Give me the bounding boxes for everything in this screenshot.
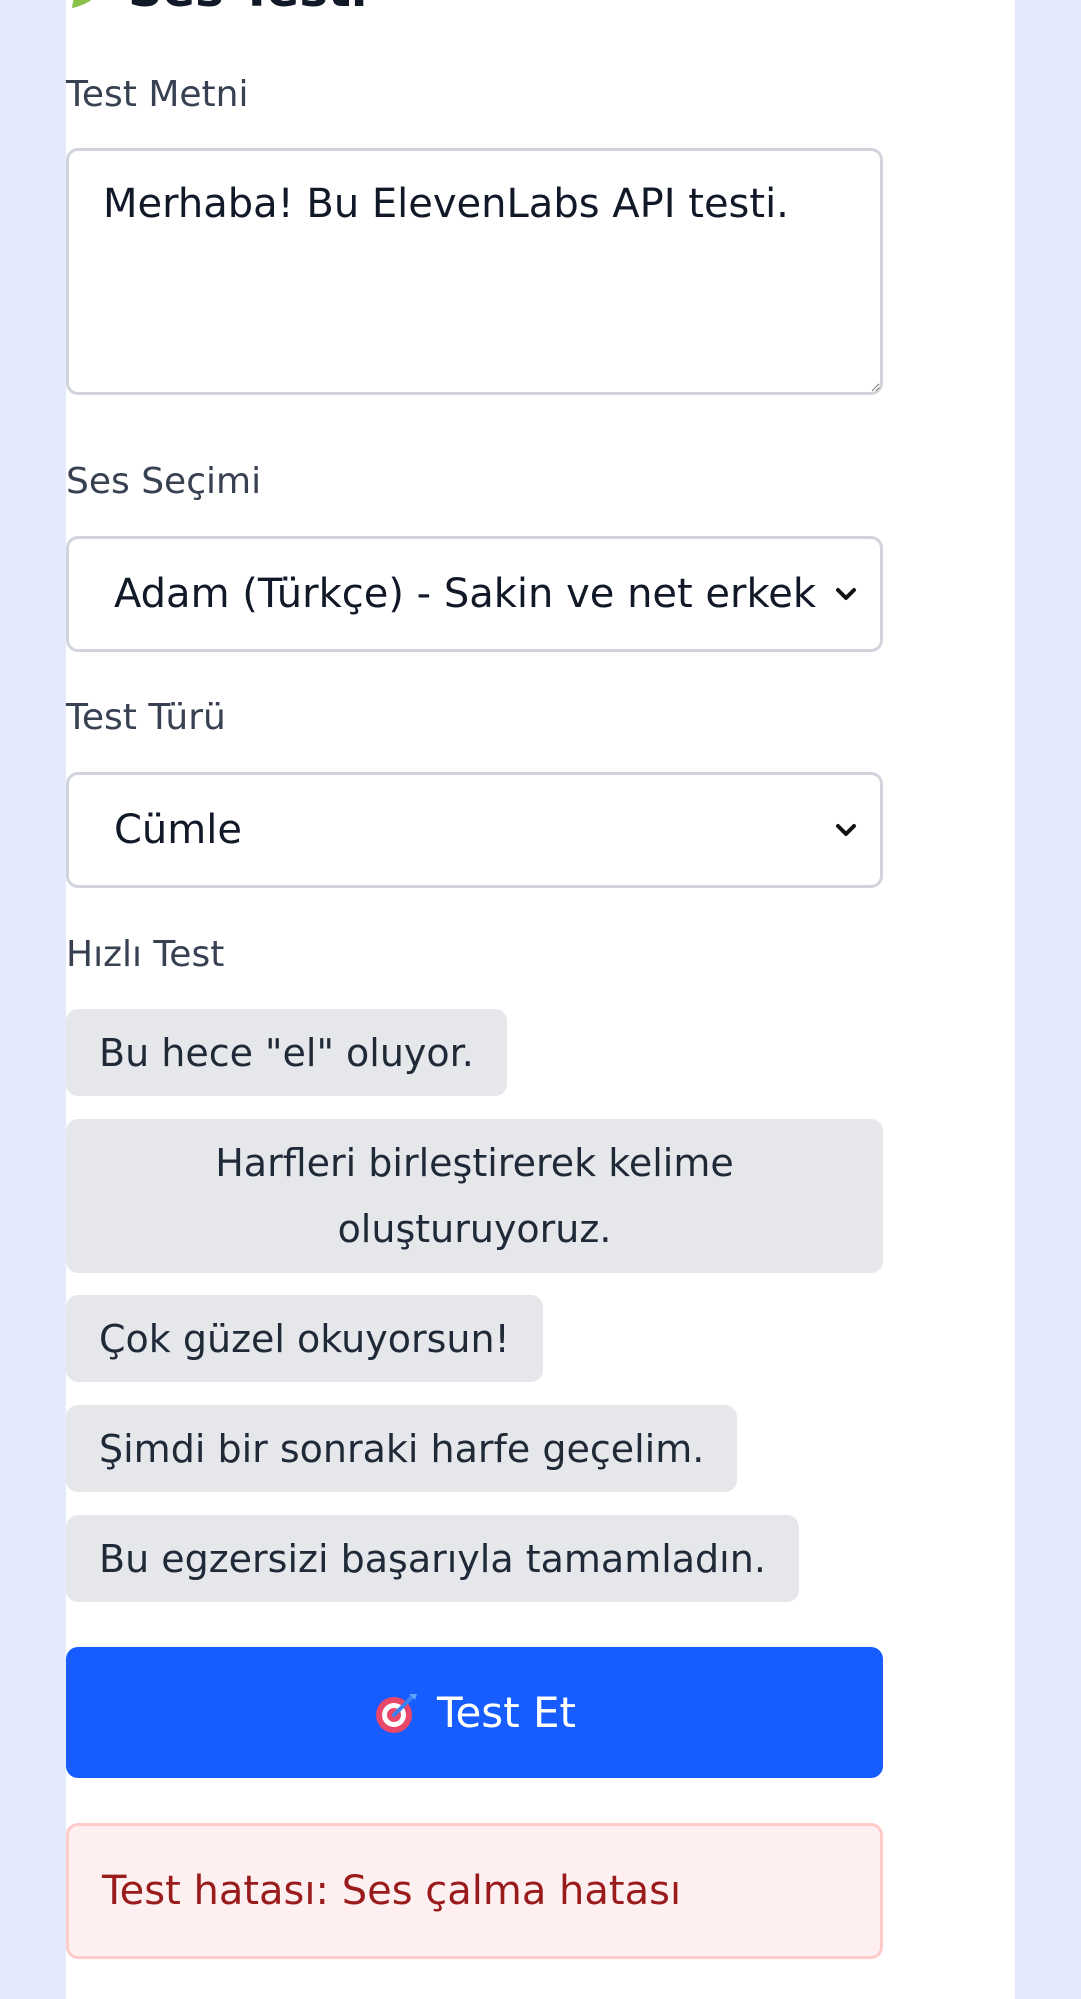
voice-label: Ses Seçimi (66, 461, 262, 502)
page-title: Ses Testi (128, 0, 367, 18)
chevron-down-icon (836, 588, 856, 600)
quick-test-button[interactable]: Bu hece "el" oluyor. (66, 1009, 507, 1096)
quick-test-button[interactable]: Bu egzersizi başarıyla tamamladın. (66, 1515, 799, 1602)
voice-select[interactable]: Adam (Türkçe) - Sakin ve net erkek (66, 536, 883, 652)
voice-select-value: Adam (Türkçe) - Sakin ve net erkek (114, 571, 816, 617)
quick-test-label: Hızlı Test (66, 934, 225, 975)
test-submit-button[interactable]: Test Et (66, 1647, 883, 1778)
type-select[interactable]: Cümle (66, 772, 883, 888)
text-label: Test Metni (66, 74, 249, 115)
leaf-icon (72, 0, 92, 8)
test-submit-label: Test Et (436, 1688, 577, 1737)
error-alert: Test hatası: Ses çalma hatası (66, 1823, 883, 1959)
test-text-input[interactable]: Merhaba! Bu ElevenLabs API testi. (66, 148, 883, 395)
page-header: Ses Testi (66, 0, 367, 18)
quick-test-button[interactable]: Çok güzel okuyorsun! (66, 1295, 543, 1382)
target-icon (375, 1693, 417, 1733)
error-message: Test hatası: Ses çalma hatası (102, 1868, 682, 1914)
type-label: Test Türü (66, 697, 226, 738)
quick-test-button[interactable]: Şimdi bir sonraki harfe geçelim. (66, 1405, 738, 1492)
type-select-value: Cümle (114, 807, 242, 853)
quick-test-button[interactable]: Harfleri birleştirerek kelime oluşturuyo… (66, 1119, 883, 1273)
chevron-down-icon (836, 824, 856, 836)
